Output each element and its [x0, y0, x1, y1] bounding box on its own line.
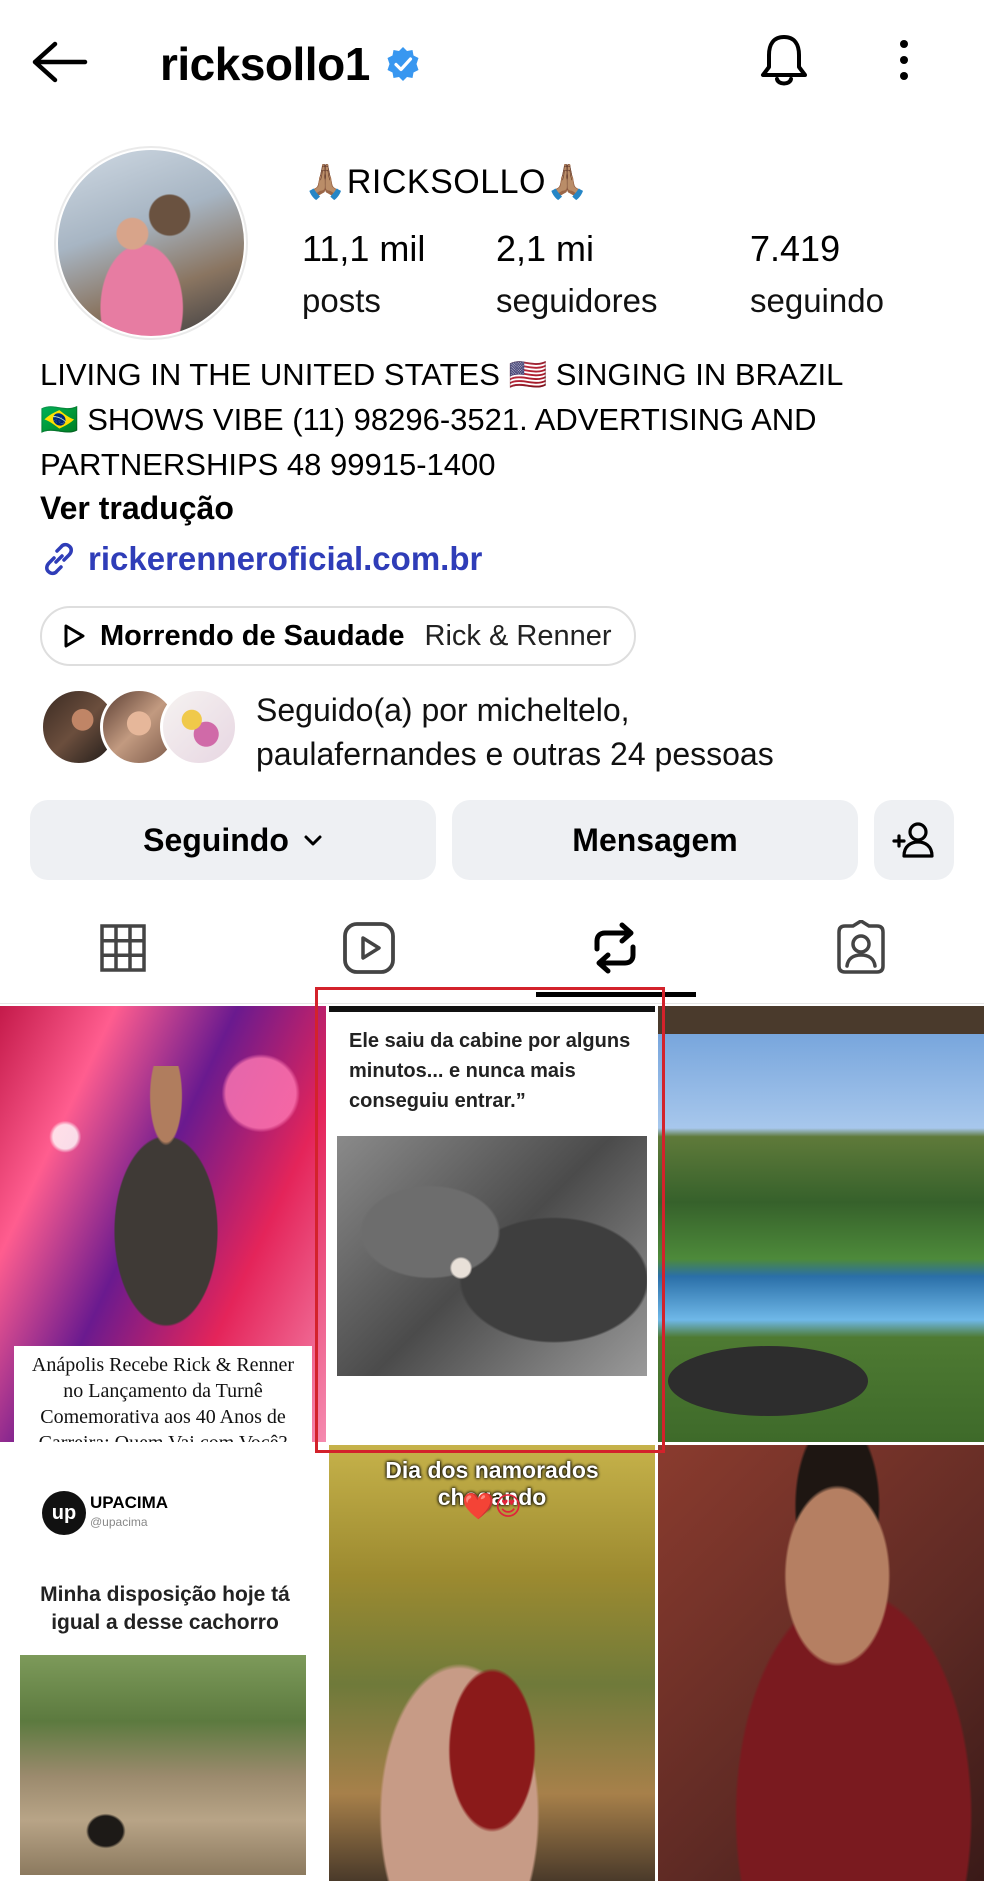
post-thumbnail[interactable]: up UPACIMA @upacima Minha disposição hoj…	[0, 1445, 326, 1881]
mutual-followers-line: Seguido(a) por micheltelo,	[256, 692, 630, 728]
tab-reels[interactable]	[246, 900, 492, 996]
music-pill[interactable]: Morrendo de Saudade Rick & Renner	[40, 606, 636, 666]
tab-grid[interactable]	[0, 900, 246, 996]
tagged-icon	[837, 920, 885, 974]
bio-line: LIVING IN THE UNITED STATES 🇺🇸 SINGING I…	[40, 357, 844, 392]
post-image	[20, 1655, 306, 1875]
play-icon	[64, 624, 85, 648]
bio-line: PARTNERSHIPS 48 99915-1400	[40, 447, 496, 482]
more-vertical-icon	[900, 40, 908, 80]
mutual-followers-avatars[interactable]	[40, 688, 240, 766]
chevron-down-icon	[304, 835, 322, 846]
back-button[interactable]	[28, 34, 92, 90]
back-arrow-icon	[32, 41, 88, 83]
following-button[interactable]: Seguindo	[30, 800, 436, 880]
message-button[interactable]: Mensagem	[452, 800, 858, 880]
stat-following[interactable]: 7.419 seguindo	[750, 228, 884, 320]
post-thumbnail[interactable]	[658, 1006, 984, 1442]
post-quote-text: Ele saiu da cabine por alguns minutos...…	[349, 1030, 631, 1112]
stat-followers[interactable]: 2,1 mi seguidores	[496, 228, 657, 320]
bell-icon	[761, 35, 807, 86]
bio: LIVING IN THE UNITED STATES 🇺🇸 SINGING I…	[40, 352, 950, 487]
reposts-grid: Anápolis Recebe Rick & Renner no Lançame…	[0, 1006, 984, 1881]
translate-link[interactable]: Ver tradução	[40, 490, 234, 527]
notifications-button[interactable]	[752, 28, 816, 92]
profile-tabs	[0, 900, 984, 1000]
verified-badge-icon	[384, 45, 422, 83]
music-song: Morrendo de Saudade	[100, 619, 405, 652]
reels-icon	[343, 922, 395, 974]
stat-followers-label: seguidores	[496, 282, 658, 319]
active-tab-indicator	[536, 992, 696, 997]
following-label: Seguindo	[143, 821, 289, 858]
post-brand-name: UPACIMA	[90, 1493, 169, 1512]
post-thumbnail[interactable]: Anápolis Recebe Rick & Renner no Lançame…	[0, 1006, 326, 1442]
post-meme-text: Minha disposição hoje tá igual a desse c…	[40, 1583, 290, 1634]
stat-following-label: seguindo	[750, 282, 884, 319]
stat-posts-value: 11,1 mil	[302, 228, 426, 269]
mutual-followers-line: paulafernandes e outras 24 pessoas	[256, 736, 774, 772]
stat-following-value: 7.419	[750, 228, 841, 269]
avatar[interactable]	[58, 150, 244, 336]
bio-line: 🇧🇷 SHOWS VIBE (11) 98296-3521. ADVERTISI…	[40, 402, 817, 437]
username: ricksollo1	[160, 38, 370, 90]
display-name: 🙏🏽RICKSOLLO🙏🏽	[304, 163, 589, 201]
top-bar: ricksollo1	[0, 0, 984, 130]
stat-posts-label: posts	[302, 282, 381, 319]
message-label: Mensagem	[572, 821, 738, 858]
stat-posts[interactable]: 11,1 mil posts	[302, 228, 425, 320]
post-thumbnail[interactable]: Ele saiu da cabine por alguns minutos...…	[329, 1006, 655, 1442]
stat-followers-value: 2,1 mi	[496, 228, 595, 269]
username-header: ricksollo1	[160, 34, 422, 94]
more-options-button[interactable]	[880, 28, 928, 92]
post-caption: Anápolis Recebe Rick & Renner no Lançame…	[14, 1346, 312, 1442]
music-artist: Rick & Renner	[424, 619, 612, 652]
tabs-divider	[0, 1003, 984, 1004]
post-image-table	[668, 1346, 868, 1416]
tab-reposts[interactable]	[492, 900, 738, 996]
tab-tagged[interactable]	[738, 900, 984, 996]
suggest-users-button[interactable]	[874, 800, 954, 880]
add-user-icon	[892, 822, 934, 858]
post-thumbnail[interactable]: Dia dos namorados chegando ❤️😍	[329, 1445, 655, 1881]
mutual-followers-text[interactable]: Seguido(a) por micheltelo, paulafernande…	[256, 688, 956, 776]
mutual-follower-avatar	[160, 688, 238, 766]
profile-link-text: rickerenneroficial.com.br	[88, 540, 483, 577]
upacima-logo: up	[42, 1491, 86, 1535]
post-top-border	[329, 1006, 655, 1012]
repost-icon	[594, 922, 636, 974]
post-thumbnail[interactable]	[658, 1445, 984, 1881]
post-image-figure	[76, 1066, 256, 1366]
post-brand-handle: @upacima	[90, 1515, 148, 1529]
post-emojis: ❤️😍	[462, 1491, 522, 1521]
profile-link[interactable]: rickerenneroficial.com.br	[40, 540, 482, 578]
link-icon	[45, 542, 73, 576]
grid-icon	[100, 924, 146, 972]
post-image	[337, 1136, 647, 1376]
post-image-pergola	[658, 1006, 984, 1034]
